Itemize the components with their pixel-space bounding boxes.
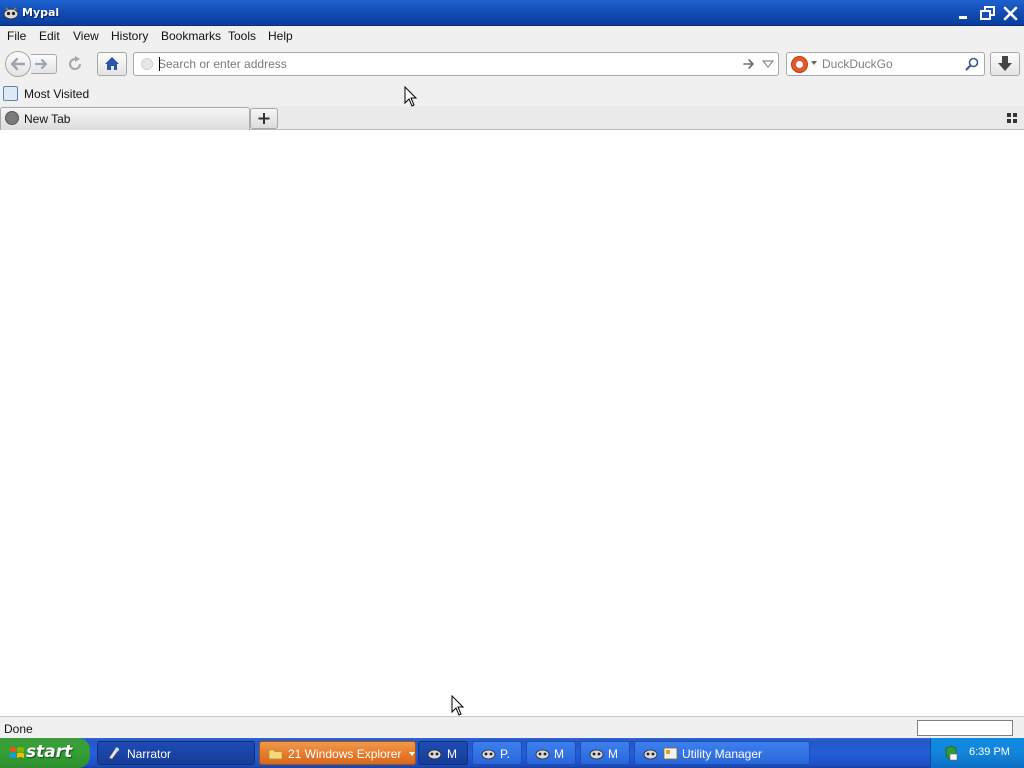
taskbar-item-narrator[interactable]: Narrator	[97, 741, 255, 765]
reload-button[interactable]	[62, 52, 88, 76]
taskbar-item-windows-explorer[interactable]: 21 Windows Explorer	[259, 741, 416, 765]
page-content	[0, 131, 1024, 716]
narrator-icon	[108, 747, 119, 760]
bookmarks-toolbar: Most Visited	[0, 82, 1024, 106]
browser-window: File Edit View History Bookmarks Tools H…	[0, 26, 1024, 738]
task-label: P.	[500, 747, 510, 761]
back-button[interactable]	[5, 51, 31, 77]
tab-label: New Tab	[24, 112, 71, 126]
minimize-icon	[959, 16, 967, 19]
minimize-button[interactable]	[953, 3, 974, 24]
restore-button[interactable]	[977, 3, 998, 24]
taskbar-item-mypal-2[interactable]: P.	[472, 741, 522, 765]
window-title: Mypal	[22, 6, 60, 19]
tab-globe-icon	[5, 111, 19, 125]
taskbar-item-utility-manager[interactable]: Utility Manager	[634, 741, 810, 765]
menu-bar: File Edit View History Bookmarks Tools H…	[0, 26, 1024, 48]
taskbar-item-mypal-3[interactable]: M	[526, 741, 576, 765]
tab-new-tab[interactable]: New Tab	[0, 107, 250, 130]
task-label: Narrator	[127, 747, 172, 761]
window-titlebar: Mypal	[0, 0, 1024, 26]
task-label: 21 Windows Explorer	[288, 747, 402, 761]
menu-view[interactable]: View	[73, 29, 99, 43]
clock[interactable]: 6:39 PM	[969, 746, 1010, 758]
url-input[interactable]	[158, 55, 738, 73]
history-dropdown-icon[interactable]	[762, 59, 774, 69]
mypal-icon	[427, 749, 442, 760]
chevron-down-icon	[409, 752, 415, 756]
engine-dropdown-icon[interactable]	[810, 59, 818, 67]
mypal-icon	[481, 749, 496, 760]
tab-strip: New Tab	[0, 106, 1024, 130]
task-label: M	[608, 747, 618, 761]
search-icon[interactable]	[965, 57, 979, 71]
menu-tools[interactable]: Tools	[228, 29, 256, 43]
taskbar-item-mypal-1[interactable]: M	[418, 741, 468, 765]
duckduckgo-icon[interactable]	[791, 56, 808, 73]
mouse-cursor-icon	[404, 86, 418, 107]
menu-edit[interactable]: Edit	[39, 29, 60, 43]
site-identity-icon[interactable]	[141, 58, 153, 70]
close-button[interactable]	[1000, 3, 1021, 24]
system-tray: 6:39 PM	[930, 738, 1024, 768]
menu-file[interactable]: File	[7, 29, 26, 43]
back-forward-group	[5, 51, 57, 77]
reload-icon	[69, 56, 82, 71]
navigation-toolbar	[0, 48, 1024, 82]
start-button[interactable]: start	[0, 738, 90, 768]
address-bar[interactable]	[133, 52, 779, 76]
download-arrow-icon	[998, 56, 1012, 71]
start-label: start	[26, 742, 73, 762]
mouse-cursor-icon	[451, 695, 465, 716]
task-label: M	[554, 747, 564, 761]
back-arrow-icon	[10, 57, 26, 71]
restore-icon	[980, 6, 995, 20]
go-arrow-icon[interactable]	[742, 56, 756, 72]
menu-help[interactable]: Help	[268, 29, 293, 43]
menu-history[interactable]: History	[111, 29, 148, 43]
tab-groups-icon[interactable]	[1006, 112, 1018, 124]
taskbar-item-mypal-4[interactable]: M	[580, 741, 630, 765]
task-label: Utility Manager	[682, 747, 763, 761]
windows-flag-icon	[10, 747, 24, 758]
downloads-button[interactable]	[990, 52, 1020, 76]
close-icon	[1003, 6, 1018, 21]
mypal-icon	[589, 749, 604, 760]
search-bar[interactable]	[786, 52, 985, 76]
task-label: M	[447, 747, 457, 761]
new-tab-button[interactable]	[250, 108, 278, 129]
forward-button[interactable]	[31, 54, 57, 74]
most-visited-icon	[3, 86, 18, 101]
home-button[interactable]	[97, 52, 127, 76]
forward-arrow-icon	[34, 58, 48, 70]
taskbar: start Narrator 21 Windows Explorer M P.	[0, 738, 1024, 768]
menu-bookmarks[interactable]: Bookmarks	[161, 29, 221, 43]
security-shield-icon[interactable]	[943, 745, 959, 761]
search-input[interactable]	[822, 55, 962, 73]
mypal-app-icon	[3, 7, 19, 20]
mypal-icon	[535, 749, 550, 760]
status-progress-box	[917, 720, 1013, 736]
mypal-icon	[643, 749, 658, 760]
status-bar: Done	[0, 716, 1024, 738]
utility-manager-icon	[663, 747, 678, 760]
bookmark-label: Most Visited	[24, 87, 90, 101]
status-text: Done	[4, 722, 33, 736]
home-icon	[105, 57, 119, 70]
plus-icon	[258, 113, 270, 124]
text-caret	[159, 57, 160, 71]
folder-icon	[268, 749, 283, 760]
